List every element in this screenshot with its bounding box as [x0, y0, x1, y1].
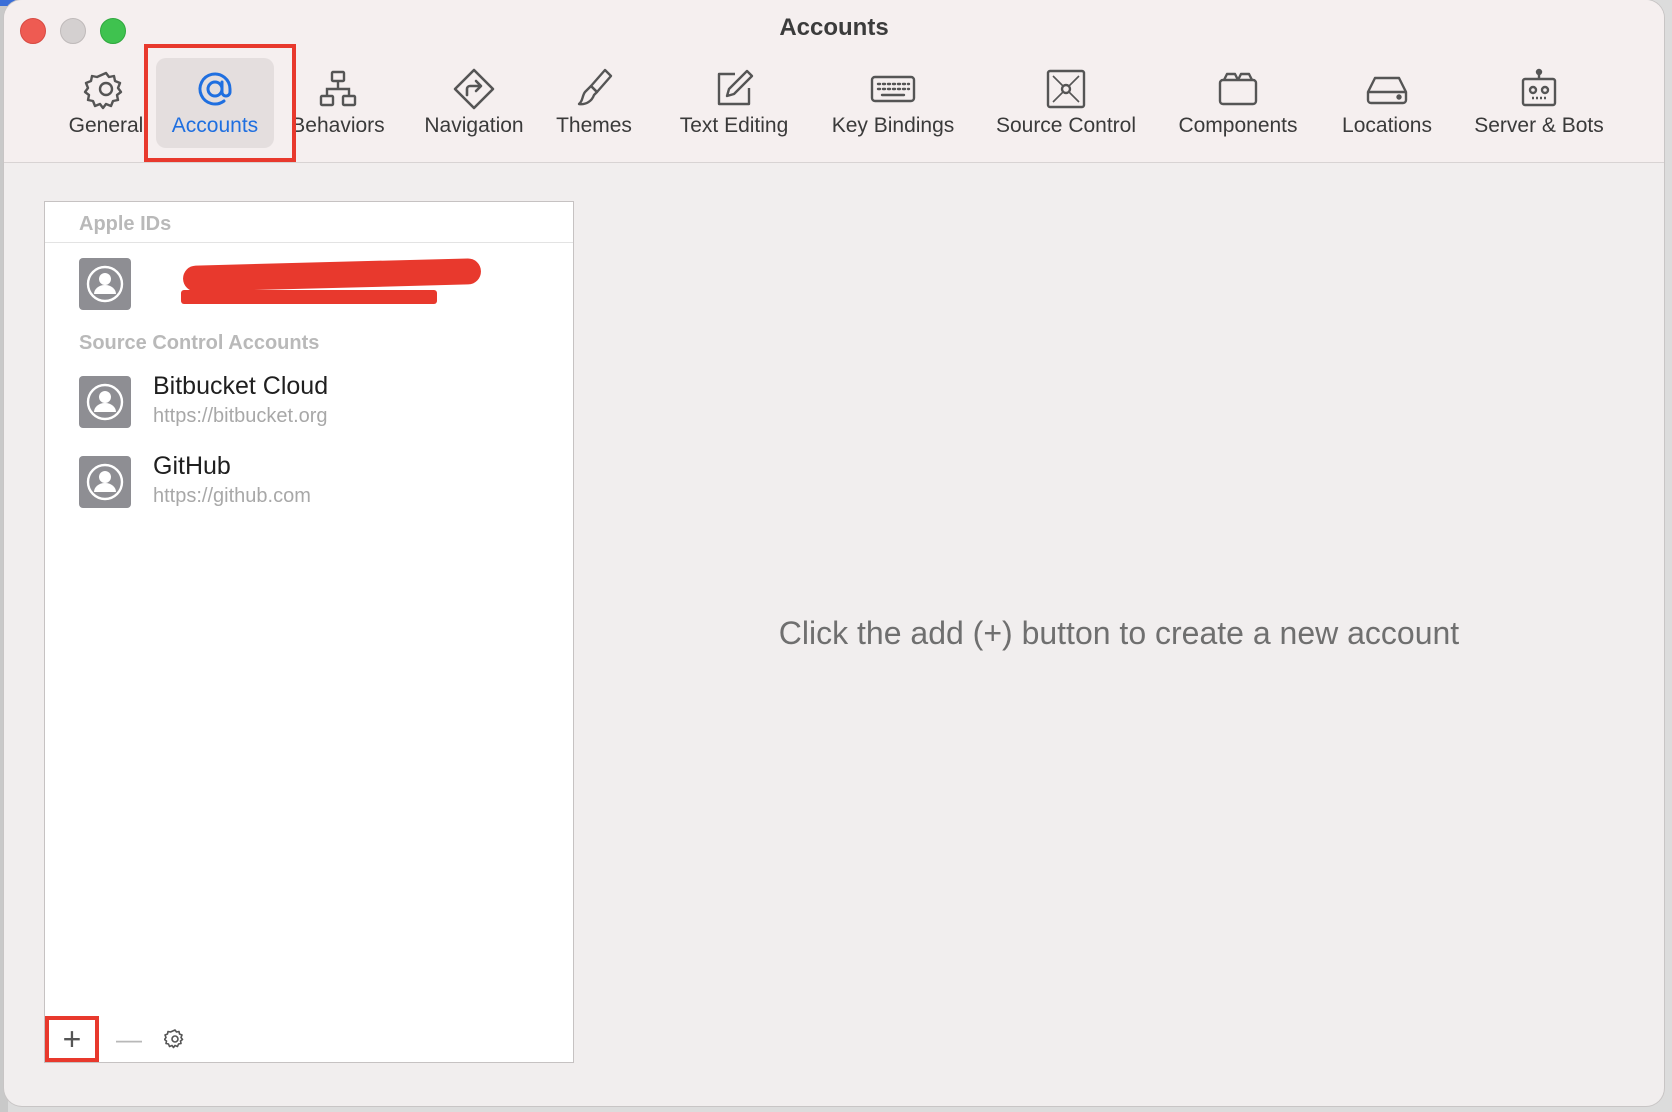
tab-key-bindings[interactable]: Key Bindings	[824, 58, 962, 148]
avatar	[79, 456, 131, 508]
tab-text-editing[interactable]: Text Editing	[668, 58, 800, 148]
tab-server-and-bots-label: Server & Bots	[1474, 114, 1604, 137]
drive-icon	[1364, 66, 1410, 112]
accounts-list[interactable]: Apple IDs Source Control Accounts Bitbuc…	[44, 201, 574, 1063]
account-item-bitbucket-cloud[interactable]: Bitbucket Cloud https://bitbucket.org	[79, 372, 549, 432]
tab-navigation[interactable]: Navigation	[416, 58, 532, 148]
tab-source-control-label: Source Control	[995, 114, 1137, 137]
remove-account-button[interactable]: —	[111, 1016, 147, 1062]
robot-icon	[1516, 66, 1562, 112]
tab-source-control[interactable]: Source Control	[988, 58, 1144, 148]
tab-general-label: General	[68, 114, 144, 137]
paintbrush-icon	[571, 66, 617, 112]
account-name: GitHub	[153, 452, 231, 480]
account-url: https://github.com	[153, 485, 311, 507]
redacted-apple-id-name	[182, 258, 482, 292]
titlebar: Accounts General Accounts Behaviors Navi…	[4, 0, 1664, 163]
add-account-button[interactable]: +	[45, 1016, 99, 1062]
person-icon	[86, 383, 124, 421]
apple-ids-header: Apple IDs	[79, 213, 172, 235]
tab-navigation-label: Navigation	[424, 114, 524, 137]
accounts-tab-highlight-box	[144, 44, 296, 162]
tab-locations-label: Locations	[1342, 114, 1432, 137]
account-item-github[interactable]: GitHub https://github.com	[79, 452, 549, 512]
person-icon	[86, 463, 124, 501]
avatar	[79, 258, 131, 310]
tab-components[interactable]: Components	[1170, 58, 1306, 148]
tab-locations[interactable]: Locations	[1330, 58, 1444, 148]
empty-state-message: Click the add (+) button to create a new…	[778, 615, 1460, 651]
avatar	[79, 376, 131, 428]
edit-icon	[711, 66, 757, 112]
list-bottom-bar: + —	[45, 1016, 573, 1062]
header-divider	[45, 242, 573, 243]
navigation-icon	[451, 66, 497, 112]
gear-icon	[83, 66, 129, 112]
account-options-button[interactable]	[157, 1016, 193, 1062]
tab-themes[interactable]: Themes	[550, 58, 638, 148]
tab-themes-label: Themes	[556, 114, 632, 137]
tab-behaviors-label: Behaviors	[291, 114, 385, 137]
tab-components-label: Components	[1178, 114, 1298, 137]
tab-behaviors[interactable]: Behaviors	[284, 58, 392, 148]
tab-text-editing-label: Text Editing	[679, 114, 789, 137]
tab-server-and-bots[interactable]: Server & Bots	[1464, 58, 1614, 148]
preferences-window: Accounts General Accounts Behaviors Navi…	[4, 0, 1664, 1106]
window-title: Accounts	[779, 14, 889, 41]
tab-general[interactable]: General	[60, 58, 152, 148]
source-control-icon	[1043, 66, 1089, 112]
account-name: Bitbucket Cloud	[153, 372, 329, 400]
person-icon	[86, 265, 124, 303]
account-url: https://bitbucket.org	[153, 405, 328, 427]
components-icon	[1215, 66, 1261, 112]
gear-icon	[164, 1029, 184, 1049]
hierarchy-icon	[315, 66, 361, 112]
keyboard-icon	[870, 66, 916, 112]
tab-key-bindings-label: Key Bindings	[831, 114, 955, 137]
apple-id-account-item[interactable]	[79, 254, 549, 314]
redacted-apple-id-email	[181, 290, 437, 304]
source-control-accounts-header: Source Control Accounts	[79, 332, 320, 354]
